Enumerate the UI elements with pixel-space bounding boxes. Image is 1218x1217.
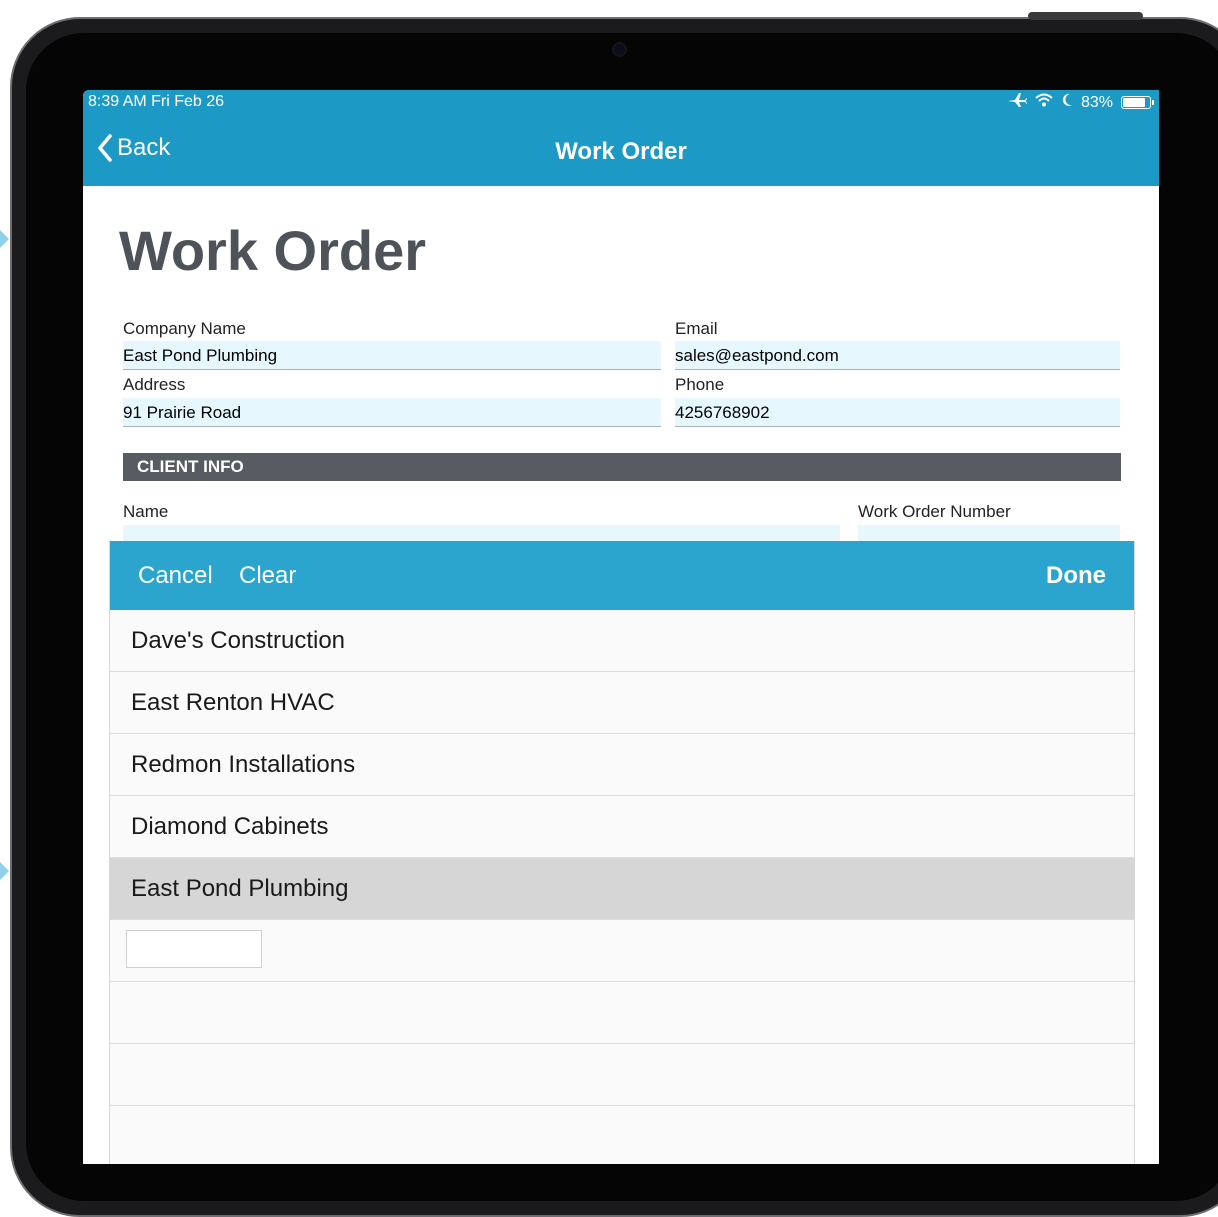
picker-toolbar: Cancel Clear Done — [110, 541, 1134, 610]
front-camera — [614, 44, 625, 55]
company-picker-popover: Cancel Clear Done Dave's Construction Ea… — [109, 541, 1135, 1164]
list-item[interactable]: East Renton HVAC — [110, 672, 1134, 734]
address-field[interactable]: 91 Prairie Road — [123, 398, 661, 427]
list-item-label: Diamond Cabinets — [131, 813, 329, 840]
do-not-disturb-moon-icon — [1061, 93, 1073, 112]
work-order-number-label: Work Order Number — [858, 502, 1011, 521]
list-item-label: Redmon Installations — [131, 751, 356, 778]
client-name-label: Name — [123, 502, 169, 521]
list-item-selected[interactable]: East Pond Plumbing — [110, 858, 1134, 920]
status-time-date: 8:39 AM Fri Feb 26 — [88, 93, 225, 110]
empty-row — [110, 1044, 1134, 1106]
clear-button[interactable]: Clear — [239, 562, 296, 590]
new-item-input[interactable] — [126, 930, 262, 968]
status-icons: 83% — [1007, 92, 1154, 113]
side-marker-top — [0, 230, 9, 248]
empty-row — [110, 982, 1134, 1044]
list-item-label: Dave's Construction — [131, 627, 346, 654]
list-item[interactable]: Redmon Installations — [110, 734, 1134, 796]
power-button — [1028, 12, 1143, 20]
airplane-mode-icon — [1007, 92, 1027, 113]
cancel-button[interactable]: Cancel — [138, 562, 213, 590]
battery-fill — [1123, 98, 1145, 107]
list-item-label: East Pond Plumbing — [131, 875, 349, 902]
address-label: Address — [123, 375, 186, 394]
done-button[interactable]: Done — [1046, 562, 1106, 590]
list-item[interactable]: Diamond Cabinets — [110, 796, 1134, 858]
phone-label: Phone — [675, 375, 725, 394]
battery-icon — [1121, 96, 1154, 109]
list-item[interactable]: Dave's Construction — [110, 610, 1134, 672]
email-field[interactable]: sales@eastpond.com — [675, 341, 1120, 370]
battery-percentage: 83% — [1080, 93, 1113, 111]
top-navigation-bar: 8:39 AM Fri Feb 26 83% Back Work Order — [83, 90, 1159, 186]
client-info-section-header: CLIENT INFO — [123, 453, 1121, 481]
email-label: Email — [675, 319, 718, 338]
app-screen: 8:39 AM Fri Feb 26 83% Back Work Order W… — [83, 90, 1159, 1164]
nav-title: Work Order — [555, 138, 687, 165]
new-item-row — [110, 920, 1134, 982]
list-item-label: East Renton HVAC — [131, 689, 335, 716]
company-name-label: Company Name — [123, 319, 246, 338]
side-marker-bottom — [0, 862, 9, 880]
wifi-icon — [1035, 93, 1053, 112]
empty-row — [110, 1106, 1134, 1164]
company-name-field[interactable]: East Pond Plumbing — [123, 341, 661, 370]
phone-field[interactable]: 4256768902 — [675, 398, 1120, 427]
form-title: Work Order — [119, 219, 427, 282]
picker-list: Dave's Construction East Renton HVAC Red… — [110, 610, 1134, 1164]
